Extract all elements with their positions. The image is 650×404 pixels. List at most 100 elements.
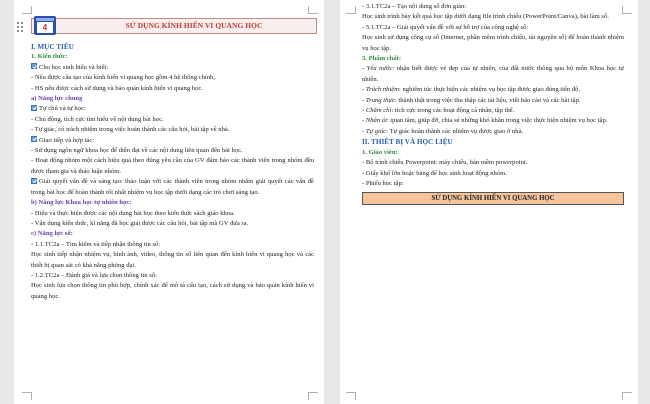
line-text: b) Năng lực Khoa học tự nhiên học: — [31, 199, 132, 207]
line-text: - 3.1.TC2a – Tạo nội dung số đơn giản: — [362, 3, 467, 10]
document-page-left[interactable]: SỬ DỤNG KÍNH HIỂN VI QUANG HỌC 4 I. MỤC … — [14, 0, 324, 404]
line-text: c) Năng lực số: — [31, 230, 73, 238]
line-text: - Nêu được cấu tạo của kính hiển vi quan… — [31, 74, 217, 82]
line-text: - Vận dụng kiến thức, kĩ năng đã học giả… — [31, 219, 249, 227]
text-line: a) Năng lực chung — [31, 94, 314, 104]
crop-mark — [346, 6, 356, 14]
line-text: - Giấy khổ lớn hoặc bảng để học sinh hoạ… — [362, 169, 507, 177]
line-text: II. THIẾT BỊ VÀ HỌC LIỆU — [362, 138, 453, 147]
line-text: : tích cực trong các hoạt động cá nhân, … — [391, 107, 515, 115]
checkbox-icon — [31, 63, 37, 70]
crop-mark — [22, 392, 32, 400]
text-line: Học sinh sử dụng công cụ số (Internet, p… — [362, 33, 624, 54]
text-line: Học sinh trình bày kết quả học tập dưới … — [362, 12, 624, 22]
line-text: 3. Phẩm chất: — [362, 55, 402, 63]
line-text: - 1.1.TC2a – Tìm kiếm và tiếp nhận thông… — [31, 240, 161, 248]
page-content: I. MỤC TIÊU 1. Kiến thức: Cho học sinh hiể… — [31, 42, 314, 302]
line-text: 1. Giáo viên: — [362, 148, 398, 156]
page-content: - 3.1.TC2a – Tạo nội dung số đơn giản: Họ… — [362, 2, 624, 206]
text-line: - 1.2.TC2a – Đánh giá và lựa chọn thông … — [31, 271, 314, 281]
line-text: : Tự giác hoàn thành các nhiệm vụ được g… — [386, 127, 524, 135]
text-line: - 5.1.TC2a – Giải quyết vấn đề với sự hỗ… — [362, 23, 624, 33]
text-line: - Sử dụng ngôn ngữ khoa học để diễn đạt … — [31, 146, 314, 156]
text-line: - Bộ trình chiếu Powerpoint: máy chiếu, … — [362, 158, 624, 168]
crop-mark — [22, 6, 32, 14]
text-line: - Hiểu và thực hiện được các nội dung bà… — [31, 209, 314, 219]
line-text: - Bộ trình chiếu Powerpoint: máy chiếu, … — [362, 159, 528, 167]
text-line: Cho học sinh hiểu và biết: — [31, 63, 314, 73]
line-text: - Hoạt động nhóm một cách hiệu quả theo … — [31, 157, 314, 175]
checkbox-icon — [31, 136, 37, 143]
crop-mark — [308, 392, 318, 400]
quality-label: - Chăm chỉ — [362, 107, 392, 115]
text-line: - Vận dụng kiến thức, kĩ năng đã học giả… — [31, 219, 314, 229]
text-line: c) Năng lực số: — [31, 229, 314, 239]
crop-mark — [346, 392, 356, 400]
line-text: : thành thật trong việc thu thập các tài… — [394, 96, 581, 104]
line-text: - 1.2.TC2a – Đánh giá và lựa chọn thông … — [31, 271, 157, 279]
checkbox-icon — [31, 177, 37, 184]
text-line: - Trách nhiệm: nghiêm túc thực hiện các … — [362, 85, 624, 95]
quality-label: - Trách nhiệm — [362, 86, 399, 94]
line-text: Học sinh trình bày kết quả học tập dưới … — [362, 13, 609, 21]
text-line: - Chủ động, tích cực tìm hiểu về nội dun… — [31, 115, 314, 125]
line-text: Tự chủ và tự học: — [39, 105, 86, 113]
text-line: - Giấy khổ lớn hoặc bảng để học sinh hoạ… — [362, 169, 624, 179]
text-line: - Chăm chỉ: tích cực trong các hoạt động… — [362, 106, 624, 116]
quality-label: - Yêu nước — [362, 65, 393, 73]
text-line: Học sinh lựa chọn thông tin phù hợp, chí… — [31, 281, 314, 302]
text-line: - Hoạt động nhóm một cách hiệu quả theo … — [31, 156, 314, 177]
line-text: - Chủ động, tích cực tìm hiểu về nội dun… — [31, 115, 164, 123]
lesson-title-bar: SỬ DỤNG KÍNH HIỂN VI QUANG HỌC — [31, 18, 317, 34]
worksheet-banner: SỬ DỤNG KÍNH HIỂN VI QUANG HỌC — [362, 192, 624, 206]
document-page-right[interactable]: - 3.1.TC2a – Tạo nội dung số đơn giản: Họ… — [340, 0, 638, 404]
quality-label: - Nhân ái — [362, 117, 387, 125]
text-line: Giao tiếp và hợp tác: — [31, 136, 314, 146]
lesson-number: 4 — [37, 22, 53, 33]
line-text: Học sinh sử dụng công cụ số (Internet, p… — [362, 34, 624, 52]
text-line: 1. Kiến thức: — [31, 52, 314, 62]
text-line: - Trung thực: thành thật trong việc thu … — [362, 96, 624, 106]
line-text: Học sinh lựa chọn thông tin phù hợp, chí… — [31, 282, 314, 300]
text-line: Tự chủ và tự học: — [31, 104, 314, 114]
line-text: 1. Kiến thức: — [31, 53, 68, 61]
line-text: - Phiếu học tập: — [362, 179, 404, 187]
text-line: - Nhân ái: quan tâm, giúp đỡ, chia sẻ nh… — [362, 116, 624, 126]
crop-mark — [622, 392, 632, 400]
text-line: - 1.1.TC2a – Tìm kiếm và tiếp nhận thông… — [31, 240, 314, 250]
quality-label: - Tự giác — [362, 127, 387, 135]
text-line: - HS nêu được cách sử dụng và bảo quản k… — [31, 84, 314, 94]
text-line: 3. Phẩm chất: — [362, 54, 624, 64]
text-line: - Nêu được cấu tạo của kính hiển vi quan… — [31, 73, 314, 83]
text-line: - Tự giác, có trách nhiệm trong việc hoà… — [31, 125, 314, 135]
text-line: b) Năng lực Khoa học tự nhiên học: — [31, 198, 314, 208]
line-text: Học sinh tiếp nhận nhiệm vụ, hình ảnh, v… — [31, 251, 314, 269]
line-text: a) Năng lực chung — [31, 95, 83, 103]
line-text: - HS nêu được cách sử dụng và bảo quản k… — [31, 84, 203, 92]
crop-mark — [308, 6, 318, 14]
line-text: : nghiêm túc thực hiện các nhiệm vụ học … — [399, 86, 581, 94]
line-text: : quan tâm, giúp đỡ, chia sẻ những khó k… — [386, 117, 608, 125]
text-line: - Phiếu học tập: — [362, 179, 624, 189]
text-line: - Yêu nước: nhận biết được vẻ đẹp của tự… — [362, 64, 624, 85]
text-line: Giải quyết vấn đề và sáng tạo: thảo luận… — [31, 177, 314, 198]
text-line: - Tự giác: Tự giác hoàn thành các nhiệm … — [362, 127, 624, 137]
text-line: Học sinh tiếp nhận nhiệm vụ, hình ảnh, v… — [31, 250, 314, 271]
checkbox-icon — [31, 104, 37, 111]
line-text: - 5.1.TC2a – Giải quyết vấn đề với sự hỗ… — [362, 23, 529, 31]
text-line: 1. Giáo viên: — [362, 148, 624, 158]
quality-label: - Trung thực — [362, 96, 395, 104]
line-text: - Hiểu và thực hiện được các nội dung bà… — [31, 209, 235, 217]
line-text: Giải quyết vấn đề và sáng tạo: thảo luận… — [31, 178, 314, 196]
line-text: - Sử dụng ngôn ngữ khoa học để diễn đạt … — [31, 147, 243, 155]
drag-handle-icon[interactable] — [17, 22, 25, 32]
line-text: I. MỤC TIÊU — [31, 43, 74, 51]
line-text: Cho học sinh hiểu và biết: — [39, 63, 109, 71]
text-line: II. THIẾT BỊ VÀ HỌC LIỆU — [362, 137, 624, 147]
lesson-title: SỬ DỤNG KÍNH HIỂN VI QUANG HỌC — [125, 21, 263, 30]
text-line: I. MỤC TIÊU — [31, 42, 314, 52]
text-line: - 3.1.TC2a – Tạo nội dung số đơn giản: — [362, 2, 624, 12]
lesson-badge-icon: 4 — [34, 16, 56, 35]
line-text: Giao tiếp và hợp tác: — [39, 136, 95, 144]
line-text: : nhận biết được vẻ đẹp của tự nhiên, củ… — [362, 65, 624, 83]
